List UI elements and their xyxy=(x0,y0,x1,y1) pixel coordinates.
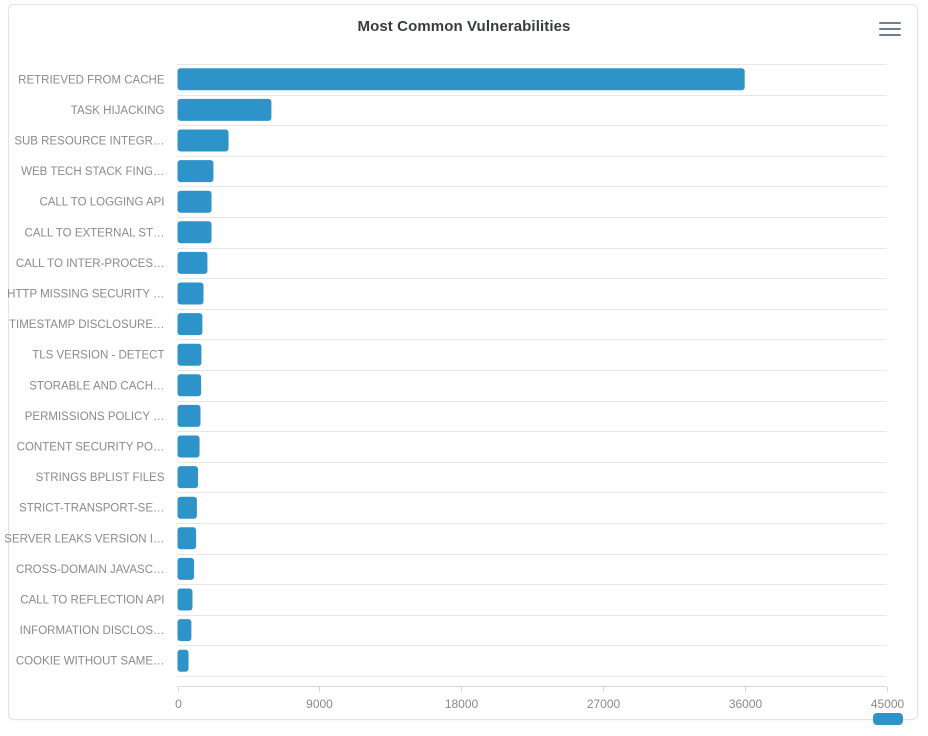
page-title: Most Common Vulnerabilities xyxy=(357,18,571,35)
menu-line-1 xyxy=(879,22,901,24)
menu-line-2 xyxy=(879,28,901,30)
chart-card: Most Common Vulnerabilities xyxy=(8,4,918,725)
corner-widget[interactable] xyxy=(873,713,903,725)
hamburger-menu-icon[interactable] xyxy=(877,20,903,42)
app-root: Most Common Vulnerabilities RETRIEVED FR… xyxy=(0,0,928,736)
menu-line-3 xyxy=(879,34,901,36)
